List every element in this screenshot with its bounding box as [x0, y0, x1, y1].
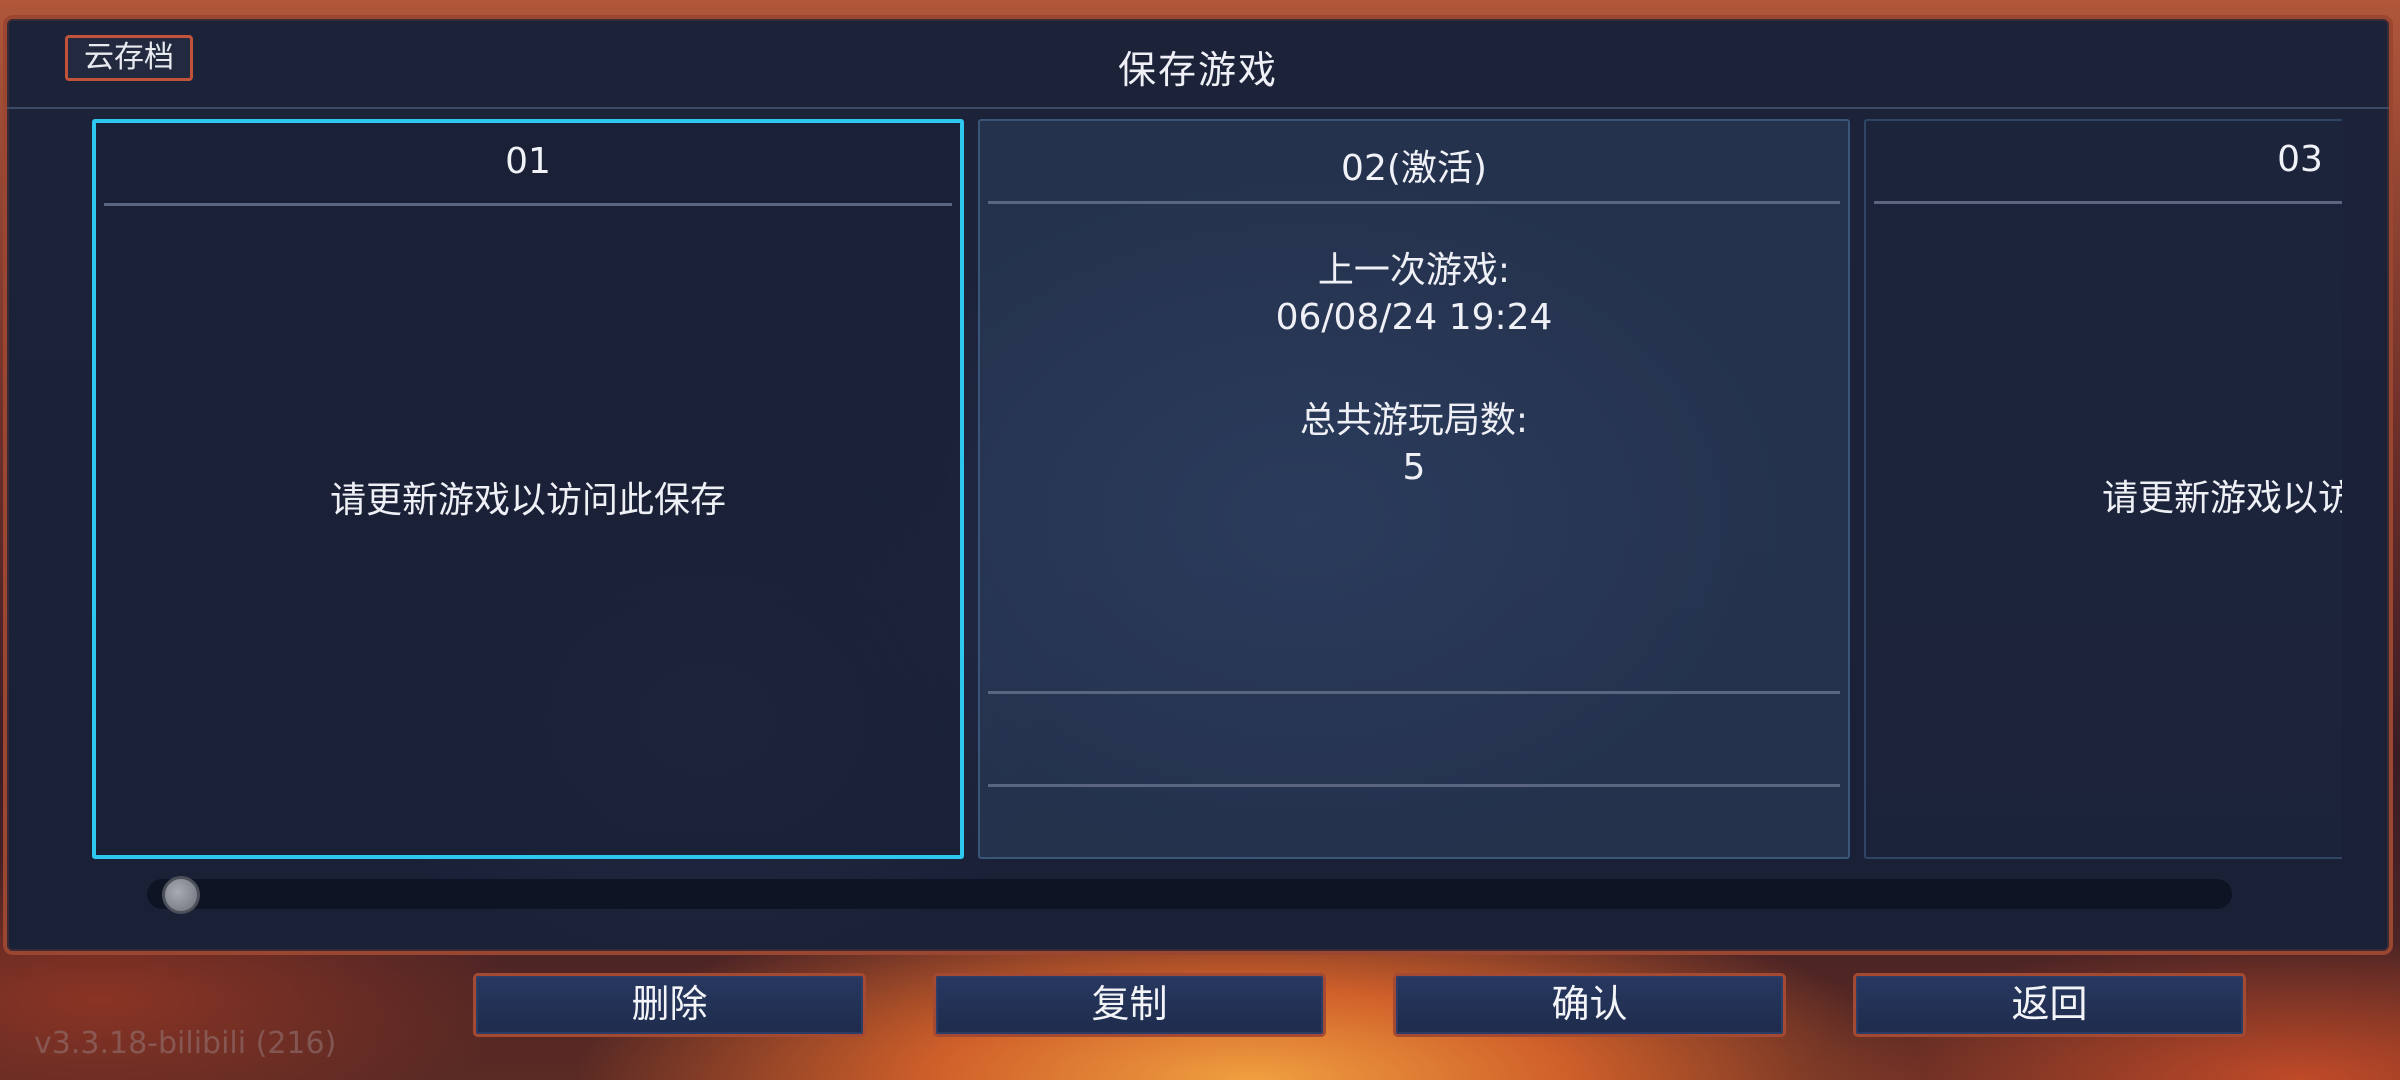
- dialog-header: 云存档 保存游戏: [7, 19, 2389, 109]
- delete-button[interactable]: 删除: [473, 973, 866, 1037]
- slot-message: 请更新游戏以访问此保存: [2101, 478, 2342, 519]
- last-played-value: 06/08/24 19:24: [1275, 297, 1553, 338]
- save-slot-01[interactable]: 01 请更新游戏以访问此保存: [92, 119, 964, 859]
- confirm-button[interactable]: 确认: [1393, 973, 1786, 1037]
- slots-scrollbar-thumb[interactable]: [162, 876, 200, 914]
- slot-divider: [988, 691, 1840, 694]
- version-label: v3.3.18-bilibili (216): [34, 1026, 337, 1061]
- slots-scrollbar-track[interactable]: [147, 879, 2232, 909]
- copy-button[interactable]: 复制: [933, 973, 1326, 1037]
- slot-divider: [1874, 201, 2342, 204]
- slot-divider: [104, 203, 952, 206]
- back-button[interactable]: 返回: [1853, 973, 2246, 1037]
- slot-message: 请更新游戏以访问此保存: [329, 480, 726, 521]
- save-slot-02[interactable]: 02(激活) 上一次游戏: 06/08/24 19:24 总共游玩局数: 5: [978, 119, 1850, 859]
- total-runs-label: 总共游玩局数:: [1299, 400, 1529, 441]
- slot-title: 01: [505, 141, 551, 182]
- slot-title: 02(激活): [1341, 148, 1487, 189]
- save-slot-03[interactable]: 03 请更新游戏以访问此保存: [1864, 119, 2342, 859]
- slot-title: 03: [2277, 139, 2323, 180]
- slot-divider: [988, 784, 1840, 787]
- save-slots: 01 请更新游戏以访问此保存 02(激活) 上一次游戏: 06/08/24 19…: [92, 119, 2342, 879]
- total-runs-value: 5: [1402, 447, 1426, 488]
- save-game-dialog: 云存档 保存游戏 01 请更新游戏以访问此保存 02(激活) 上一次游戏: 06…: [3, 15, 2393, 955]
- slot-divider: [988, 201, 1840, 204]
- dialog-title: 保存游戏: [1117, 48, 1278, 92]
- last-played-label: 上一次游戏:: [1317, 250, 1511, 291]
